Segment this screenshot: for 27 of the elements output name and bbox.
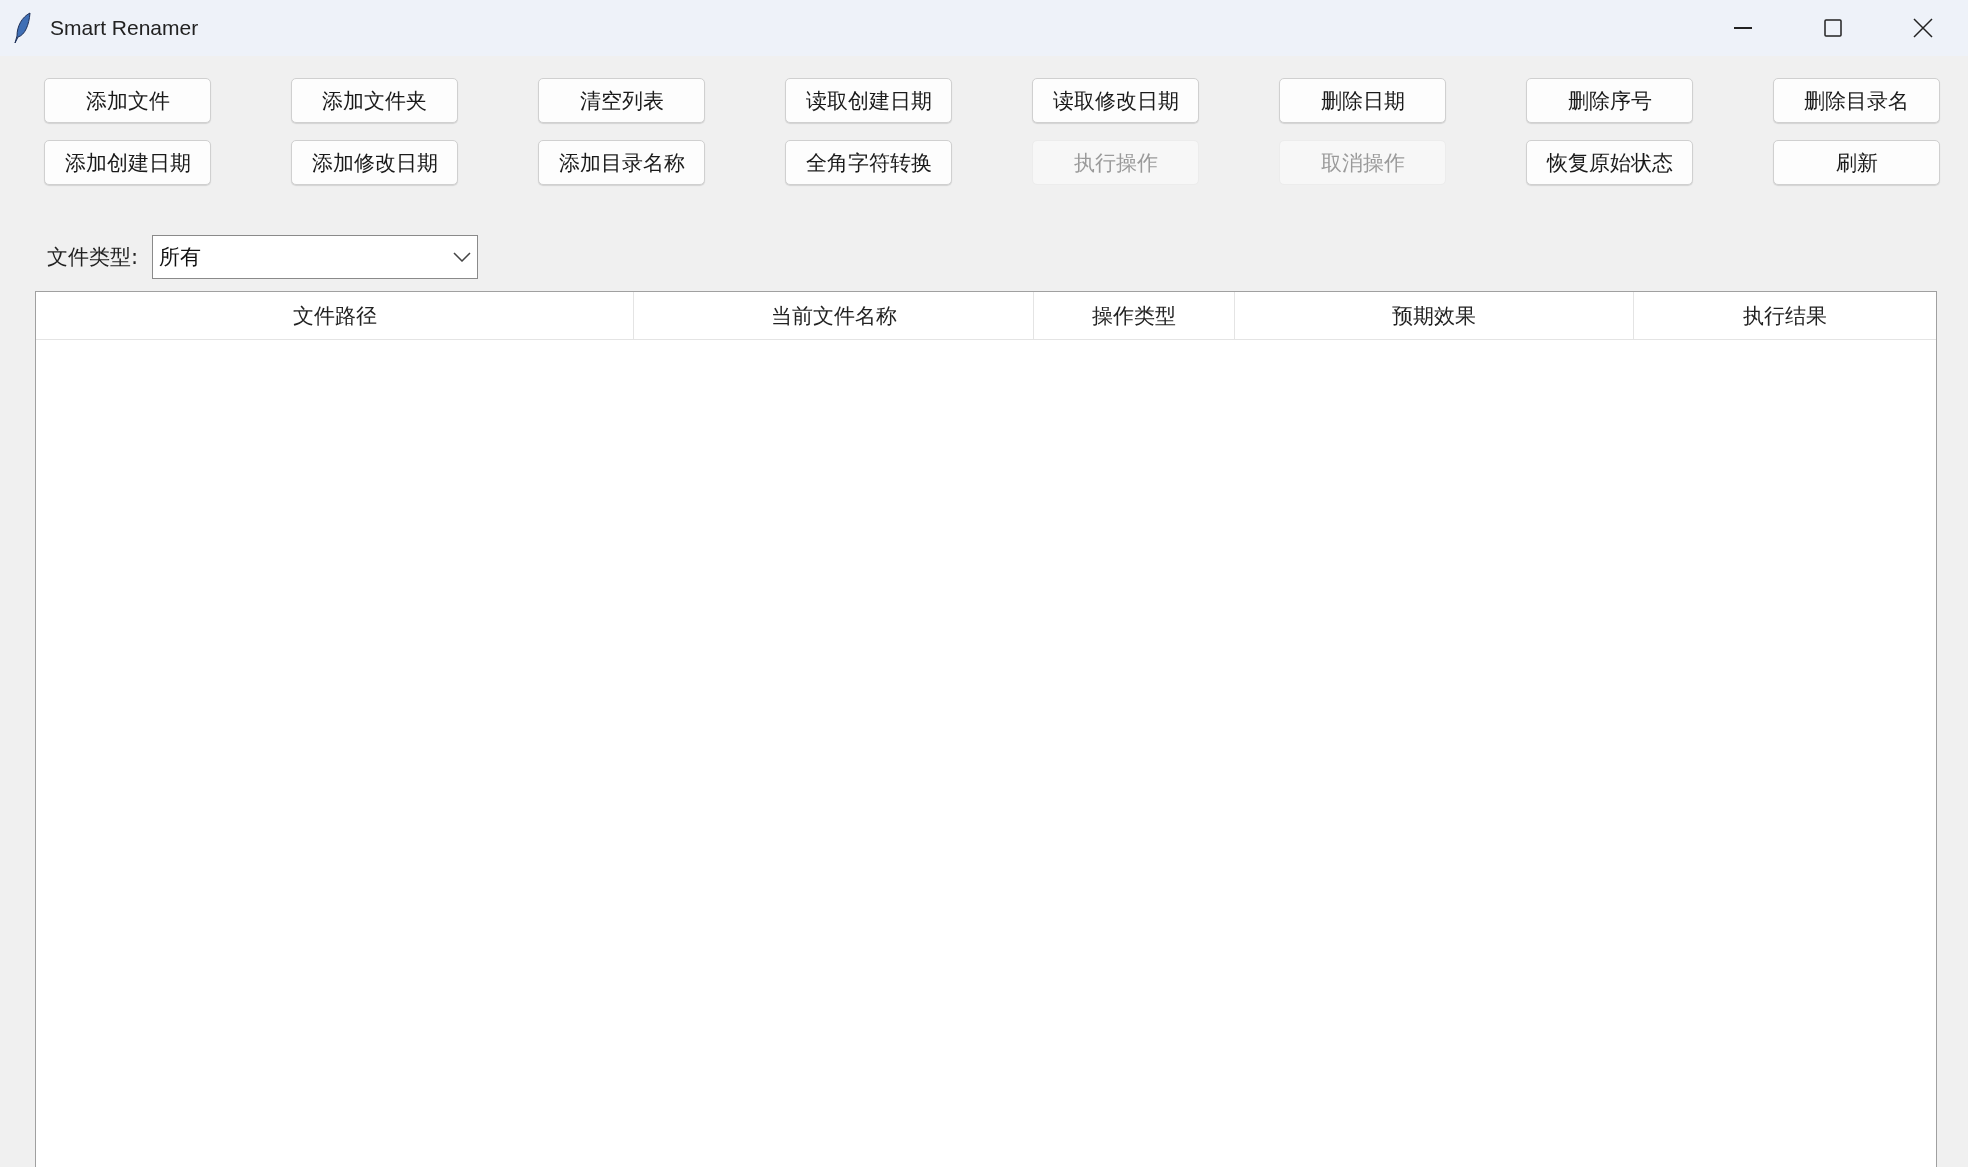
toolbar-button[interactable]: 删除序号 (1526, 78, 1693, 123)
file-type-dropdown[interactable]: 所有 (152, 235, 479, 279)
toolbar-button[interactable]: 添加目录名称 (538, 140, 705, 185)
toolbar-button[interactable]: 添加文件 (44, 78, 211, 123)
window-title: Smart Renamer (50, 16, 200, 40)
toolbar-button[interactable]: 清空列表 (538, 78, 705, 123)
toolbar-button[interactable]: 读取创建日期 (785, 78, 952, 123)
column-header[interactable]: 文件路径 (36, 292, 634, 340)
toolbar-button[interactable]: 读取修改日期 (1032, 78, 1199, 123)
toolbar-button[interactable]: 添加文件夹 (291, 78, 458, 123)
chevron-down-icon (453, 252, 472, 262)
column-header[interactable]: 预期效果 (1235, 292, 1634, 340)
feather-icon (14, 12, 32, 44)
toolbar-button[interactable]: 刷新 (1773, 140, 1940, 185)
close-icon (1912, 17, 1934, 39)
toolbar-button[interactable]: 删除日期 (1279, 78, 1446, 123)
toolbar-button[interactable]: 全角字符转换 (785, 140, 952, 185)
column-header[interactable]: 执行结果 (1634, 292, 1936, 340)
toolbar-button[interactable]: 添加修改日期 (291, 140, 458, 185)
column-header[interactable]: 当前文件名称 (634, 292, 1034, 340)
file-type-label: 文件类型: (47, 244, 139, 271)
minimize-icon (1734, 27, 1752, 29)
toolbar-button[interactable]: 删除目录名 (1773, 78, 1940, 123)
toolbar-button[interactable]: 恢复原始状态 (1526, 140, 1693, 185)
toolbar-button[interactable]: 添加创建日期 (44, 140, 211, 185)
maximize-icon (1823, 18, 1843, 38)
column-header[interactable]: 操作类型 (1034, 292, 1235, 340)
